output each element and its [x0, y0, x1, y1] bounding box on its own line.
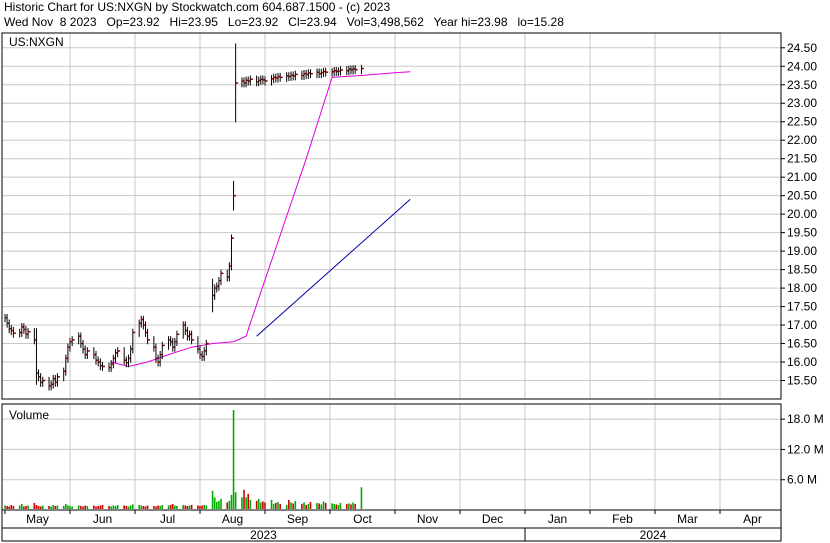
month-tick-label: Feb: [612, 512, 633, 526]
month-tick-label: Oct: [353, 512, 372, 526]
price-y-tick-label: 16.50: [787, 337, 817, 351]
price-y-tick-label: 23.00: [787, 96, 817, 110]
price-y-tick-label: 24.00: [787, 59, 817, 73]
axis-labels: 15.50 16.00 16.50 17.00 17.50 18.00 18.50 19.00…: [4, 41, 824, 542]
year-label: 2024: [640, 528, 667, 542]
volume-series: [4, 410, 363, 509]
price-y-tick-label: 19.00: [787, 244, 817, 258]
month-tick-label: Sep: [287, 512, 309, 526]
month-tick-label: Jul: [160, 512, 175, 526]
price-y-tick-label: 18.50: [787, 263, 817, 277]
chart-frames: [1, 32, 782, 542]
month-tick-label: Aug: [222, 512, 243, 526]
volume-panel-label: Volume: [9, 408, 49, 422]
price-y-tick-label: 17.00: [787, 318, 817, 332]
month-tick-label: Nov: [417, 512, 438, 526]
price-y-tick-label: 22.00: [787, 133, 817, 147]
price-y-tick-label: 15.50: [787, 374, 817, 388]
price-y-tick-label: 18.00: [787, 281, 817, 295]
price-y-tick-label: 23.50: [787, 78, 817, 92]
price-y-tick-label: 16.00: [787, 355, 817, 369]
year-label: 2023: [250, 528, 277, 542]
price-y-tick-label: 17.50: [787, 300, 817, 314]
price-panel-label: US:NXGN: [9, 35, 64, 49]
month-tick-label: Jan: [548, 512, 567, 526]
price-y-tick-label: 21.00: [787, 170, 817, 184]
price-y-tick-label: 22.50: [787, 115, 817, 129]
month-tick-label: Jun: [93, 512, 112, 526]
short-moving-average-line: [111, 71, 411, 368]
volume-y-tick-label: 12.0 M: [787, 442, 824, 456]
month-axis-frame: [1, 509, 782, 529]
moving-averages: [111, 71, 411, 368]
price-y-tick-label: 19.50: [787, 226, 817, 240]
price-y-tick-label: 20.50: [787, 189, 817, 203]
volume-y-tick-label: 18.0 M: [787, 412, 824, 426]
price-y-tick-label: 24.50: [787, 41, 817, 55]
price-y-tick-label: 20.00: [787, 207, 817, 221]
month-tick-label: May: [26, 512, 49, 526]
price-y-tick-label: 21.50: [787, 152, 817, 166]
grid-lines: [2, 33, 781, 510]
price-series: [4, 43, 364, 391]
stock-chart: Historic Chart for US:NXGN by Stockwatch…: [0, 0, 830, 543]
month-tick-label: Dec: [482, 512, 503, 526]
volume-panel-frame: [1, 403, 782, 511]
month-tick-label: Apr: [743, 512, 762, 526]
month-tick-label: Mar: [677, 512, 698, 526]
long-moving-average-line: [256, 199, 411, 337]
chart-canvas: 15.50 16.00 16.50 17.00 17.50 18.00 18.50 19.00…: [1, 32, 824, 542]
volume-y-tick-label: 6.0 M: [787, 473, 817, 487]
